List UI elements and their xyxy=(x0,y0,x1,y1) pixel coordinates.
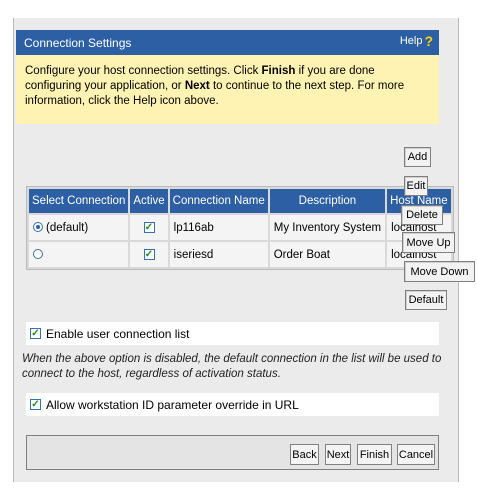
edit-button[interactable]: Edit xyxy=(404,176,428,196)
header-description: Description xyxy=(269,189,386,213)
add-button[interactable]: Add xyxy=(404,147,431,167)
connection-name-cell: iseriesd xyxy=(169,242,268,267)
allow-workstation-id-row: ✓ Allow workstation ID parameter overrid… xyxy=(26,393,439,416)
header-select-connection: Select Connection xyxy=(29,189,129,213)
select-connection-radio[interactable] xyxy=(33,222,43,233)
allow-workstation-id-checkbox[interactable]: ✓ xyxy=(30,399,41,410)
finish-button[interactable]: Finish xyxy=(357,444,392,465)
move-down-button[interactable]: Move Down xyxy=(404,261,475,282)
description-cell: My Inventory System xyxy=(269,215,386,240)
delete-button[interactable]: Delete xyxy=(401,205,443,225)
default-button[interactable]: Default xyxy=(405,290,447,310)
table-row: (default) ✓ lp116ab My Inventory System … xyxy=(29,215,451,240)
allow-workstation-id-label: Allow workstation ID parameter override … xyxy=(46,397,299,412)
next-button[interactable]: Next xyxy=(325,444,351,465)
footer-bar: Back Next Finish Cancel xyxy=(26,435,439,470)
enable-user-connection-list-checkbox[interactable]: ✓ xyxy=(30,328,41,339)
select-cell xyxy=(29,242,129,267)
table-row: ✓ iseriesd Order Boat localhost xyxy=(29,242,451,267)
active-checkbox[interactable]: ✓ xyxy=(143,221,155,233)
connection-list-note: When the above option is disabled, the d… xyxy=(22,353,442,380)
select-cell: (default) xyxy=(29,215,129,240)
select-connection-label: (default) xyxy=(46,221,89,234)
active-checkbox[interactable]: ✓ xyxy=(143,248,155,260)
description-cell: Order Boat xyxy=(269,242,386,267)
intro-next-word: Next xyxy=(184,80,210,92)
enable-user-connection-list-label: Enable user connection list xyxy=(46,326,190,341)
back-button[interactable]: Back xyxy=(290,444,319,465)
cancel-button[interactable]: Cancel xyxy=(397,444,435,465)
intro-text: Configure your host connection settings.… xyxy=(16,55,439,124)
help-link[interactable]: Help ? xyxy=(399,34,433,48)
enable-user-connection-list-row: ✓ Enable user connection list xyxy=(26,322,439,345)
active-cell: ✓ xyxy=(130,215,168,240)
select-connection-radio[interactable] xyxy=(33,249,43,260)
intro-finish-word: Finish xyxy=(261,65,296,77)
active-cell: ✓ xyxy=(130,242,168,267)
connection-name-cell: lp116ab xyxy=(169,215,268,240)
connections-table: Select Connection Active Connection Name… xyxy=(26,186,454,270)
help-label: Help xyxy=(399,35,423,47)
panel-titlebar: Connection Settings Help ? xyxy=(16,30,439,55)
header-active: Active xyxy=(130,189,168,213)
intro-text-part: Configure your host connection settings.… xyxy=(25,65,262,77)
header-connection-name: Connection Name xyxy=(169,189,268,213)
table-header-row: Select Connection Active Connection Name… xyxy=(29,189,451,213)
question-mark-icon[interactable]: ? xyxy=(424,34,433,48)
move-up-button[interactable]: Move Up xyxy=(402,232,455,253)
panel-title: Connection Settings xyxy=(24,36,132,50)
